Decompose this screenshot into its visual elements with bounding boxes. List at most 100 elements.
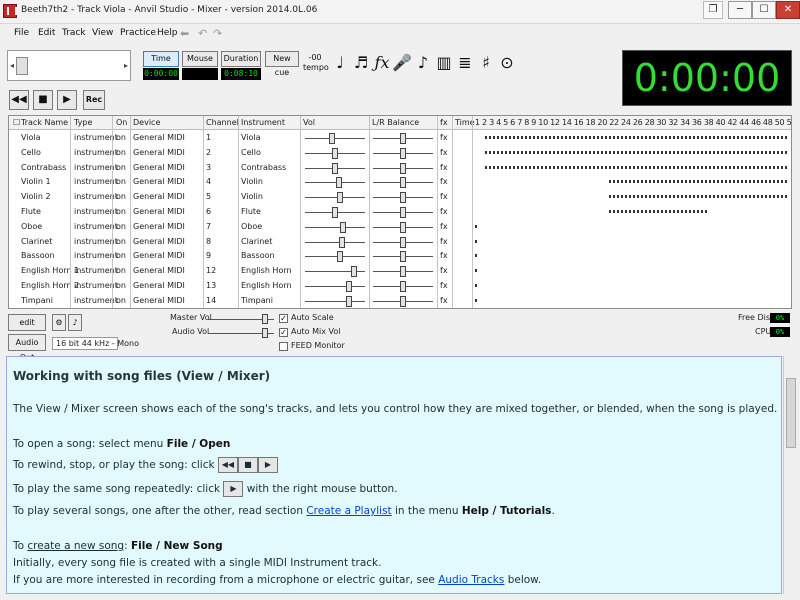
create-playlist-link[interactable]: Create a Playlist (306, 505, 391, 517)
track-timeline[interactable] (485, 136, 789, 139)
balance-slider-knob[interactable] (400, 281, 406, 292)
track-device-cell[interactable]: General MIDI (133, 192, 185, 201)
tuner-icon[interactable]: ⊙ (496, 50, 518, 76)
piano-icon[interactable]: ▥ (433, 50, 455, 76)
vol-slider-track[interactable] (305, 241, 365, 243)
redo-icon[interactable]: ↷ (213, 27, 222, 40)
close-button[interactable]: ✕ (776, 1, 800, 19)
auto-scale-checkbox[interactable]: ✓ (279, 314, 288, 323)
staff-icon[interactable]: ≣ (454, 50, 476, 76)
track-timeline[interactable] (485, 165, 789, 169)
balance-slider-knob[interactable] (400, 236, 406, 248)
track-channel-cell[interactable]: 9 (206, 251, 211, 260)
vol-slider-knob[interactable] (345, 281, 352, 292)
vol-slider-knob[interactable] (332, 162, 338, 174)
vol-slider-knob[interactable] (337, 192, 344, 204)
track-device-cell[interactable]: General MIDI (133, 251, 185, 260)
track-row[interactable]: Clarinet instrument on General MIDI 8 Clarine… (9, 235, 791, 250)
header-fx[interactable]: fx (440, 118, 448, 127)
master-vol-slider[interactable] (262, 314, 268, 324)
track-on-cell[interactable]: on (116, 222, 126, 231)
restore-layout-button[interactable]: ❐ (703, 1, 723, 19)
track-name-cell[interactable]: Oboe (21, 222, 42, 231)
track-fx-cell[interactable]: fx (440, 296, 448, 305)
menu-file[interactable]: File (14, 28, 29, 38)
mute-icon[interactable]: ♪ (68, 314, 82, 331)
undo-icon[interactable]: ↶ (198, 27, 207, 40)
track-channel-cell[interactable]: 13 (206, 281, 216, 290)
track-channel-cell[interactable]: 12 (206, 266, 216, 275)
menu-view[interactable]: View (92, 28, 113, 38)
vol-slider-knob[interactable] (350, 266, 357, 278)
track-fx-cell[interactable]: fx (440, 148, 448, 157)
track-name-cell[interactable]: Contrabass (21, 163, 66, 172)
track-device-cell[interactable]: General MIDI (133, 163, 185, 172)
edit-track-button[interactable]: edit track (8, 314, 46, 342)
track-on-cell[interactable]: on (116, 177, 126, 186)
track-row[interactable]: Viola instrument on General MIDI 1 Viola fx (9, 131, 791, 146)
header-on[interactable]: On (116, 118, 127, 127)
vol-slider-track[interactable] (305, 256, 365, 258)
guitar-icon[interactable]: ♬ (350, 50, 372, 76)
organ-icon[interactable]: ♪ (412, 50, 434, 76)
track-channel-cell[interactable]: 6 (206, 207, 211, 216)
track-instrument-cell[interactable]: English Horn (241, 266, 292, 275)
balance-slider-knob[interactable] (400, 177, 406, 189)
vol-slider-knob[interactable] (336, 177, 343, 189)
menu-practice[interactable]: Practice (120, 28, 156, 38)
track-timeline[interactable] (475, 298, 479, 302)
stop-button[interactable]: ■ (33, 90, 53, 110)
track-name-cell[interactable]: Clarinet (21, 237, 52, 246)
track-timeline[interactable] (475, 269, 479, 273)
minimize-button[interactable]: ─ (728, 1, 752, 19)
record-button[interactable]: Rec (83, 90, 105, 110)
vol-slider-knob[interactable] (329, 133, 336, 144)
track-timeline[interactable] (485, 150, 789, 154)
track-on-cell[interactable]: on (116, 207, 126, 216)
track-row[interactable]: English Horn 1 instrument on General MIDI 12… (9, 264, 791, 279)
track-on-cell[interactable]: on (116, 237, 126, 246)
microphone-icon[interactable]: 🎤 (391, 50, 413, 76)
track-device-cell[interactable]: General MIDI (133, 222, 185, 231)
audio-format-field[interactable]: 16 bit 44 kHz - Mono (52, 337, 139, 350)
track-name-cell[interactable]: Timpani (21, 296, 53, 305)
time-button[interactable]: Time (143, 51, 179, 67)
menu-track[interactable]: Track (62, 28, 86, 38)
mouse-button[interactable]: Mouse (182, 51, 218, 67)
menu-edit[interactable]: Edit (38, 28, 55, 38)
header-balance[interactable]: L/R Balance (372, 118, 419, 127)
track-instrument-cell[interactable]: Oboe (241, 222, 262, 231)
vol-slider-track[interactable] (305, 226, 365, 228)
track-name-cell[interactable]: Flute (21, 207, 41, 216)
track-device-cell[interactable]: General MIDI (133, 296, 185, 305)
track-on-cell[interactable]: on (116, 266, 126, 275)
vol-slider-knob[interactable] (337, 251, 344, 263)
maximize-button[interactable]: ☐ (752, 1, 776, 19)
scroll-right-icon[interactable]: ▸ (124, 61, 128, 70)
header-instrument[interactable]: Instrument (241, 118, 285, 127)
track-name-cell[interactable]: Violin 1 (21, 177, 51, 186)
track-timeline[interactable] (609, 180, 789, 184)
track-channel-cell[interactable]: 14 (206, 296, 216, 305)
vol-slider-track[interactable] (305, 197, 365, 199)
track-row[interactable]: Flute instrument on General MIDI 6 Flute fx (9, 205, 791, 220)
auto-mix-vol-checkbox[interactable]: ✓ (279, 328, 288, 337)
help-stop-button[interactable]: ■ (237, 457, 258, 473)
back-arrow-icon[interactable]: ⬅ (180, 27, 189, 40)
track-channel-cell[interactable]: 2 (206, 148, 211, 157)
tempo-control[interactable]: -00 tempo (303, 53, 329, 73)
track-device-cell[interactable]: General MIDI (133, 266, 185, 275)
track-row[interactable]: Violin 1 instrument on General MIDI 4 Violin f… (9, 175, 791, 190)
track-name-cell[interactable]: Violin 2 (21, 192, 51, 201)
track-instrument-cell[interactable]: Clarinet (241, 237, 272, 246)
vol-slider-knob[interactable] (332, 207, 338, 218)
help-rewind-button[interactable]: ◀◀ (217, 457, 238, 473)
track-instrument-cell[interactable]: Flute (241, 207, 261, 216)
track-instrument-cell[interactable]: Viola (241, 133, 261, 142)
track-fx-cell[interactable]: fx (440, 163, 448, 172)
vol-slider-track[interactable] (305, 300, 365, 302)
header-channel[interactable]: Channel (206, 118, 239, 127)
track-fx-cell[interactable]: fx (440, 266, 448, 275)
track-channel-cell[interactable]: 7 (206, 222, 211, 231)
track-row[interactable]: Bassoon instrument on General MIDI 9 Bassoon f… (9, 249, 791, 264)
